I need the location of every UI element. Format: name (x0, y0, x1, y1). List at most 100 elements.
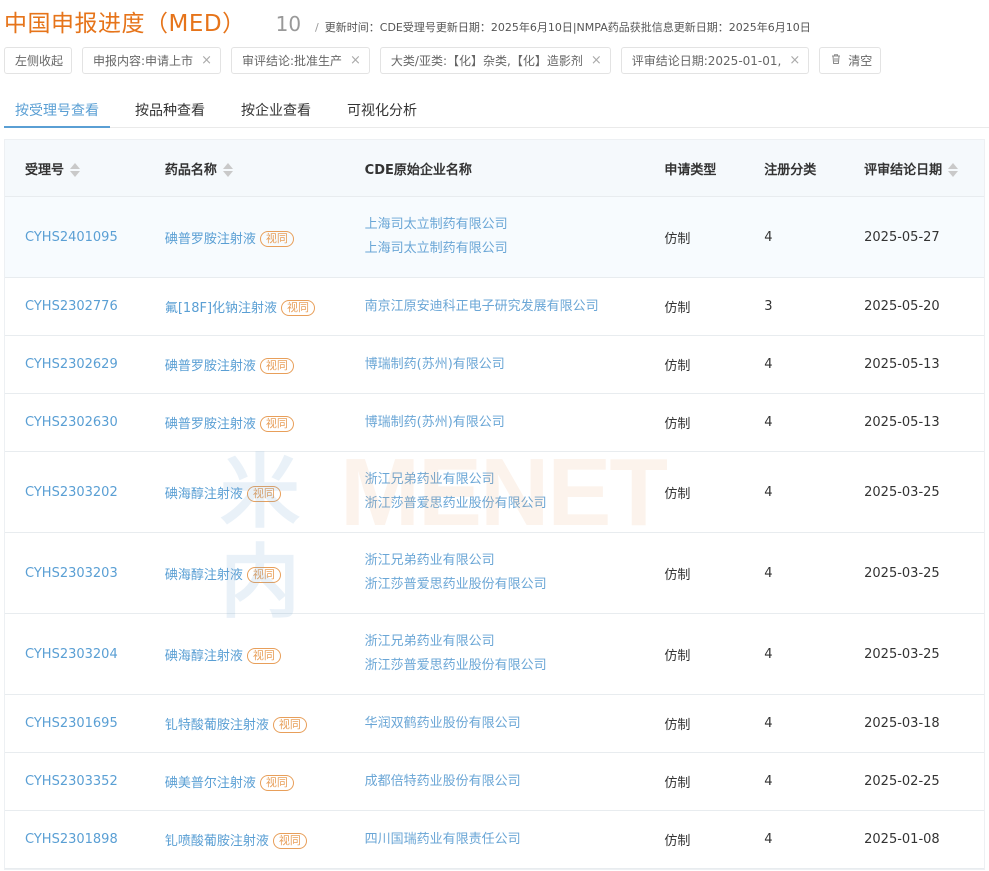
tab-by-company[interactable]: 按企业查看 (230, 94, 322, 128)
equivalence-badge: 视同 (259, 230, 294, 247)
review-date: 2025-03-25 (864, 565, 940, 581)
close-icon[interactable]: × (350, 53, 361, 68)
filter-chip-label: 申报内容:申请上市 (93, 54, 194, 68)
review-date: 2025-01-08 (864, 832, 940, 847)
review-date: 2025-05-20 (864, 299, 940, 314)
company-link[interactable]: 浙江兄弟药业有限公司 (365, 630, 665, 654)
company-link[interactable]: 华润双鹤药业股份有限公司 (365, 712, 665, 736)
company-link[interactable]: 南京江原安迪科正电子研究发展有限公司 (365, 295, 665, 319)
filter-chip-conclusion[interactable]: 审评结论:批准生产 × (230, 47, 370, 74)
registration-class: 4 (764, 646, 773, 662)
acceptance-number-link[interactable]: CYHS2303203 (25, 566, 118, 581)
review-date: 2025-05-27 (864, 229, 940, 245)
registration-class: 4 (764, 484, 773, 500)
acceptance-number-link[interactable]: CYHS2303204 (25, 647, 118, 662)
column-header-company: CDE原始企业名称 (364, 162, 472, 178)
drug-name-link[interactable]: 碘美普尔注射液 (165, 776, 256, 791)
tab-visual-analysis[interactable]: 可视化分析 (336, 94, 428, 128)
company-link[interactable]: 成都倍特药业股份有限公司 (365, 770, 665, 794)
drug-name-link[interactable]: 碘普罗胺注射液 (165, 417, 256, 432)
table-row[interactable]: CYHS2303202 碘海醇注射液 视同 浙江兄弟药业有限公司 浙江莎普爱思药业股份有… (5, 452, 984, 533)
application-type: 仿制 (664, 359, 691, 374)
trash-icon (830, 53, 842, 68)
tab-by-acceptance-number[interactable]: 按受理号查看 (4, 94, 110, 128)
drug-name-link[interactable]: 钆喷酸葡胺注射液 (165, 834, 269, 849)
acceptance-number-link[interactable]: CYHS2302776 (25, 299, 118, 314)
page-title: 中国申报进度（MED） (4, 11, 246, 37)
company-link[interactable]: 上海司太立制药有限公司 (365, 237, 665, 261)
drug-name-link[interactable]: 碘普罗胺注射液 (165, 232, 256, 247)
close-icon[interactable]: × (789, 53, 800, 68)
drug-name-link[interactable]: 氟[18F]化钠注射液 (165, 301, 277, 316)
acceptance-number-link[interactable]: CYHS2303352 (25, 774, 118, 789)
update-info: 更新时间：CDE受理号更新日期：2025年6月10日|NMPA药品获批信息更新日… (324, 21, 811, 34)
table-row[interactable]: CYHS2302776 氟[18F]化钠注射液 视同 南京江原安迪科正电子研究发展有限… (5, 278, 984, 336)
header-separator: / (315, 21, 319, 34)
acceptance-number-link[interactable]: CYHS2302630 (25, 415, 118, 430)
drug-name-link[interactable]: 碘海醇注射液 (165, 487, 243, 502)
filter-bar: 左侧收起 申报内容:申请上市 × 审评结论:批准生产 × 大类/亚类:【化】杂类… (4, 47, 891, 74)
application-type: 仿制 (664, 776, 691, 791)
registration-class: 4 (764, 774, 773, 789)
application-type: 仿制 (664, 301, 691, 316)
equivalence-badge: 视同 (259, 358, 294, 374)
company-link[interactable]: 浙江兄弟药业有限公司 (365, 468, 665, 492)
column-header-review-date[interactable]: 评审结论日期 (864, 159, 984, 178)
company-link[interactable]: 四川国瑞药业有限责任公司 (365, 828, 665, 852)
column-header-acceptance-number[interactable]: 受理号 (5, 159, 165, 178)
drug-name-link[interactable]: 钆特酸葡胺注射液 (165, 718, 269, 733)
acceptance-number-link[interactable]: CYHS2301695 (25, 716, 118, 731)
company-link[interactable]: 浙江莎普爱思药业股份有限公司 (365, 492, 665, 516)
registration-class: 4 (764, 716, 773, 731)
application-type: 仿制 (664, 834, 691, 849)
filter-chip-category[interactable]: 大类/亚类:【化】杂类,【化】造影剂 × (379, 47, 611, 74)
registration-class: 4 (764, 565, 773, 581)
table-row[interactable]: CYHS2303203 碘海醇注射液 视同 浙江兄弟药业有限公司 浙江莎普爱思药业股份有… (5, 533, 984, 614)
company-link[interactable]: 浙江莎普爱思药业股份有限公司 (365, 654, 665, 678)
equivalence-badge: 视同 (259, 775, 294, 791)
acceptance-number-link[interactable]: CYHS2302629 (25, 357, 118, 372)
review-date: 2025-02-25 (864, 774, 940, 789)
drug-name-link[interactable]: 碘普罗胺注射液 (165, 359, 256, 374)
close-icon[interactable]: × (201, 53, 212, 68)
table-row[interactable]: CYHS2301695 钆特酸葡胺注射液 视同 华润双鹤药业股份有限公司 仿制 4 2025… (5, 695, 984, 753)
drug-name-link[interactable]: 碘海醇注射液 (165, 568, 243, 583)
collapse-sidebar-label: 左侧收起 (15, 54, 64, 68)
page-header: 中国申报进度（MED） 10 / 更新时间：CDE受理号更新日期：2025年6月… (4, 4, 811, 37)
equivalence-badge: 视同 (246, 566, 281, 583)
acceptance-number-link[interactable]: CYHS2303202 (25, 485, 118, 500)
collapse-sidebar-button[interactable]: 左侧收起 (4, 47, 73, 74)
acceptance-number-link[interactable]: CYHS2301898 (25, 832, 118, 847)
sort-icon[interactable] (222, 163, 233, 177)
application-type: 仿制 (664, 567, 691, 583)
table-header: 受理号 药品名称 CDE原始企业名称 申请类型 注册分类 评审结论日期 (5, 140, 984, 197)
tab-by-drug[interactable]: 按品种查看 (124, 94, 216, 128)
clear-filters-button[interactable]: 清空 (819, 47, 882, 74)
filter-chip-date[interactable]: 评审结论日期:2025-01-01, × (620, 47, 810, 74)
clear-filters-label: 清空 (848, 54, 873, 68)
company-link[interactable]: 浙江兄弟药业有限公司 (365, 549, 665, 573)
sort-icon[interactable] (948, 163, 959, 177)
table-row[interactable]: CYHS2302629 碘普罗胺注射液 视同 博瑞制药(苏州)有限公司 仿制 4 2025-… (5, 336, 984, 394)
application-type: 仿制 (664, 417, 691, 432)
registration-class: 3 (764, 299, 773, 314)
sort-icon[interactable] (70, 163, 81, 177)
company-link[interactable]: 上海司太立制药有限公司 (365, 213, 665, 237)
review-date: 2025-03-25 (864, 484, 940, 500)
company-link[interactable]: 浙江莎普爱思药业股份有限公司 (365, 573, 665, 597)
column-header-drug-name[interactable]: 药品名称 (165, 159, 365, 178)
acceptance-number-link[interactable]: CYHS2401095 (25, 230, 118, 245)
company-link[interactable]: 博瑞制药(苏州)有限公司 (365, 353, 665, 377)
review-date: 2025-05-13 (864, 415, 940, 430)
table-row[interactable]: CYHS2401095 碘普罗胺注射液 视同 上海司太立制药有限公司 上海司太立制药有限… (5, 197, 984, 278)
view-tabs: 按受理号查看 按品种查看 按企业查看 可视化分析 (4, 94, 989, 128)
company-link[interactable]: 博瑞制药(苏州)有限公司 (365, 411, 665, 435)
filter-chip-content[interactable]: 申报内容:申请上市 × (82, 47, 221, 74)
table-row[interactable]: CYHS2301898 钆喷酸葡胺注射液 视同 四川国瑞药业有限责任公司 仿制 4 2025… (5, 811, 984, 869)
table-row[interactable]: CYHS2303204 碘海醇注射液 视同 浙江兄弟药业有限公司 浙江莎普爱思药业股份有… (5, 614, 984, 695)
drug-name-link[interactable]: 碘海醇注射液 (165, 649, 243, 664)
close-icon[interactable]: × (591, 53, 602, 68)
results-table: 受理号 药品名称 CDE原始企业名称 申请类型 注册分类 评审结论日期 CYHS… (4, 139, 985, 870)
table-row[interactable]: CYHS2303352 碘美普尔注射液 视同 成都倍特药业股份有限公司 仿制 4 2025-… (5, 753, 984, 811)
table-row[interactable]: CYHS2302630 碘普罗胺注射液 视同 博瑞制药(苏州)有限公司 仿制 4 2025-… (5, 394, 984, 452)
